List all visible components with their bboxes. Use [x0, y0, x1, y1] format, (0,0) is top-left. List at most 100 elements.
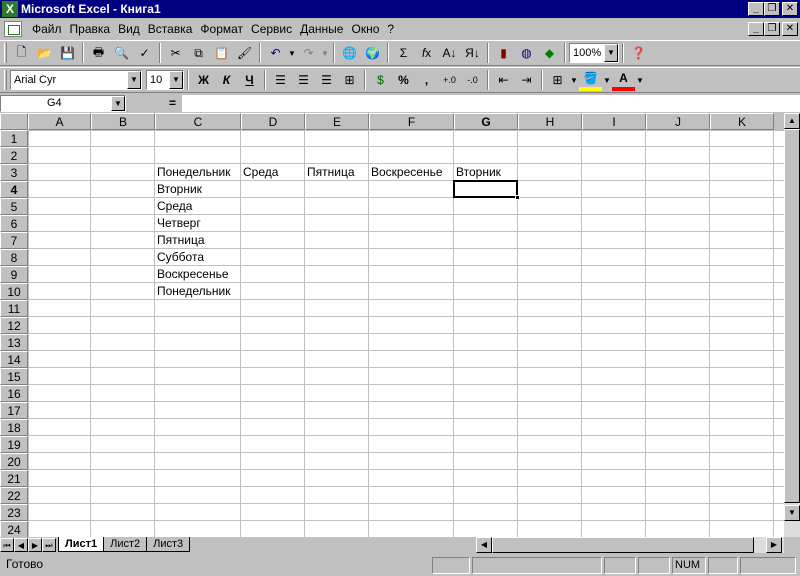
decrease-decimal-icon[interactable]: -.0	[461, 69, 484, 91]
column-header-a[interactable]: A	[28, 113, 91, 130]
row-header-15[interactable]: 15	[0, 368, 28, 385]
sort-ascending-icon[interactable]: A↓	[438, 42, 461, 64]
align-left-icon[interactable]: ☰	[269, 69, 292, 91]
doc-restore-button[interactable]: ❐	[764, 22, 780, 36]
borders-dropdown-icon[interactable]: ▼	[569, 76, 579, 85]
align-center-icon[interactable]: ☰	[292, 69, 315, 91]
chevron-down-icon[interactable]: ▼	[127, 71, 141, 89]
italic-button[interactable]: К	[215, 69, 238, 91]
cell-c7[interactable]: Пятница	[155, 232, 205, 249]
scroll-up-icon[interactable]: ▲	[784, 113, 800, 129]
minimize-button[interactable]: _	[748, 2, 764, 16]
column-header-c[interactable]: C	[155, 113, 241, 130]
column-header-d[interactable]: D	[241, 113, 305, 130]
percent-button[interactable]: %	[392, 69, 415, 91]
cell-g3[interactable]: Вторник	[454, 164, 501, 181]
drawing-icon[interactable]: ◆	[538, 42, 561, 64]
redo-icon[interactable]: ↷	[297, 42, 320, 64]
column-header-i[interactable]: I	[582, 113, 646, 130]
row-header-18[interactable]: 18	[0, 419, 28, 436]
new-document-icon[interactable]: 🗋	[10, 42, 33, 64]
cell-c3[interactable]: Понедельник	[155, 164, 230, 181]
column-header-b[interactable]: B	[91, 113, 155, 130]
toolbar-grip[interactable]	[4, 43, 7, 63]
vertical-scrollbar[interactable]: ▲ ▼	[784, 113, 800, 537]
underline-button[interactable]: Ч	[238, 69, 261, 91]
row-header-8[interactable]: 8	[0, 249, 28, 266]
fill-handle[interactable]	[515, 195, 520, 200]
insert-hyperlink-icon[interactable]: 🌐	[338, 42, 361, 64]
format-painter-icon[interactable]: 🖌	[233, 42, 256, 64]
sort-descending-icon[interactable]: Я↓	[461, 42, 484, 64]
next-sheet-icon[interactable]: ▶	[28, 538, 42, 552]
font-size-select[interactable]: 10 ▼	[146, 70, 184, 90]
cut-icon[interactable]: ✂	[164, 42, 187, 64]
cell-c10[interactable]: Понедельник	[155, 283, 230, 300]
menu-data[interactable]: Данные	[296, 22, 347, 36]
close-button[interactable]: ✕	[782, 2, 798, 16]
row-header-14[interactable]: 14	[0, 351, 28, 368]
chevron-down-icon[interactable]: ▼	[169, 71, 183, 89]
vertical-scroll-thumb[interactable]	[784, 129, 800, 503]
maximize-button[interactable]: ❐	[764, 2, 780, 16]
zoom-select[interactable]: 100% ▼	[569, 43, 619, 63]
row-header-7[interactable]: 7	[0, 232, 28, 249]
font-color-dropdown-icon[interactable]: ▼	[635, 76, 645, 85]
redo-dropdown-icon[interactable]: ▼	[320, 49, 330, 58]
row-header-2[interactable]: 2	[0, 147, 28, 164]
sheet-tab-2[interactable]: Лист2	[103, 537, 148, 552]
last-sheet-icon[interactable]: ⏭	[42, 538, 56, 552]
fill-color-icon[interactable]: 🪣	[579, 69, 602, 91]
menu-format[interactable]: Формат	[196, 22, 247, 36]
save-icon[interactable]: 💾	[56, 42, 79, 64]
column-header-f[interactable]: F	[369, 113, 454, 130]
menu-insert[interactable]: Вставка	[144, 22, 197, 36]
sheet-tab-3[interactable]: Лист3	[146, 537, 191, 552]
row-header-23[interactable]: 23	[0, 504, 28, 521]
map-icon[interactable]: ◍	[515, 42, 538, 64]
chevron-down-icon[interactable]: ▼	[604, 44, 618, 62]
workbook-icon[interactable]	[4, 21, 22, 37]
row-header-10[interactable]: 10	[0, 283, 28, 300]
row-header-5[interactable]: 5	[0, 198, 28, 215]
horizontal-scrollbar[interactable]: ◀ ▶	[476, 537, 784, 553]
menu-view[interactable]: Вид	[114, 22, 144, 36]
open-folder-icon[interactable]: 📂	[33, 42, 56, 64]
column-header-j[interactable]: J	[646, 113, 710, 130]
name-box[interactable]: G4 ▼	[0, 94, 126, 112]
cell-d3[interactable]: Среда	[241, 164, 278, 181]
cell-e3[interactable]: Пятница	[305, 164, 355, 181]
row-header-13[interactable]: 13	[0, 334, 28, 351]
row-header-9[interactable]: 9	[0, 266, 28, 283]
row-header-6[interactable]: 6	[0, 215, 28, 232]
row-header-12[interactable]: 12	[0, 317, 28, 334]
row-header-24[interactable]: 24	[0, 521, 28, 538]
column-header-k[interactable]: K	[710, 113, 774, 130]
row-header-4[interactable]: 4	[0, 181, 28, 198]
merge-center-icon[interactable]: ⊞	[338, 69, 361, 91]
cell-c6[interactable]: Четверг	[155, 215, 201, 232]
menu-edit[interactable]: Правка	[66, 22, 115, 36]
copy-icon[interactable]: ⧉	[187, 42, 210, 64]
scroll-left-icon[interactable]: ◀	[476, 537, 492, 553]
align-right-icon[interactable]: ☰	[315, 69, 338, 91]
spelling-icon[interactable]: ✓	[133, 42, 156, 64]
row-header-1[interactable]: 1	[0, 130, 28, 147]
first-sheet-icon[interactable]: ⏮	[0, 538, 14, 552]
scroll-down-icon[interactable]: ▼	[784, 505, 800, 521]
column-header-h[interactable]: H	[518, 113, 582, 130]
edit-formula-button[interactable]: =	[126, 96, 182, 110]
fill-color-dropdown-icon[interactable]: ▼	[602, 76, 612, 85]
font-select[interactable]: Arial Cyr ▼	[10, 70, 142, 90]
cell-f3[interactable]: Воскресенье	[369, 164, 443, 181]
increase-decimal-icon[interactable]: +.0	[438, 69, 461, 91]
row-header-16[interactable]: 16	[0, 385, 28, 402]
horizontal-scroll-thumb[interactable]	[492, 537, 754, 553]
comma-style-button[interactable]: ,	[415, 69, 438, 91]
row-header-19[interactable]: 19	[0, 436, 28, 453]
select-all-button[interactable]	[0, 113, 28, 130]
autosum-icon[interactable]: Σ	[392, 42, 415, 64]
undo-dropdown-icon[interactable]: ▼	[287, 49, 297, 58]
menu-file[interactable]: Файл	[28, 22, 66, 36]
column-header-g[interactable]: G	[454, 113, 518, 130]
